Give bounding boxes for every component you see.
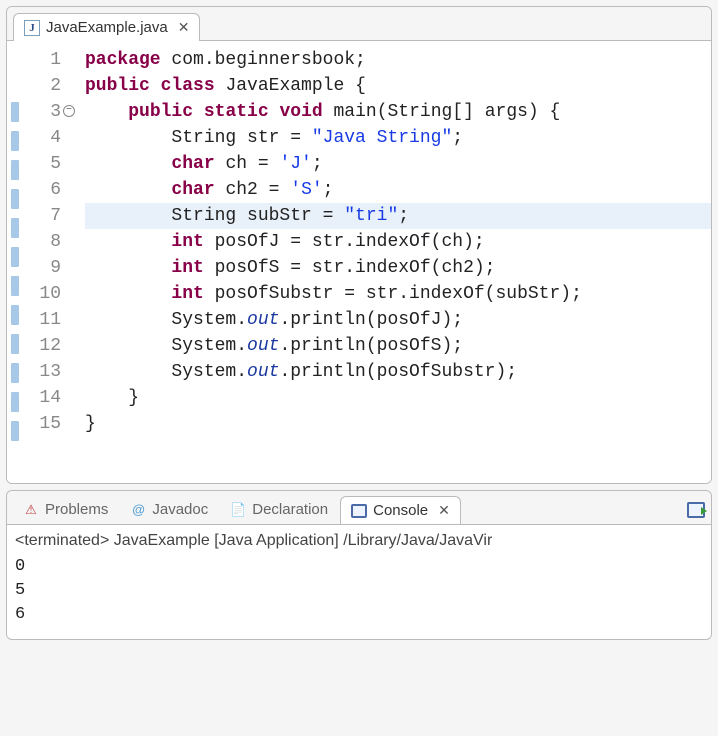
editor-tab-bar: J JavaExample.java ✕ xyxy=(7,7,711,41)
line-number: 9 xyxy=(29,255,61,281)
code-line[interactable]: } xyxy=(85,411,711,437)
editor-tab[interactable]: J JavaExample.java ✕ xyxy=(13,13,200,41)
code-line[interactable]: } xyxy=(85,385,711,411)
line-number: 7 xyxy=(29,203,61,229)
tab-problems[interactable]: ⚠ Problems xyxy=(13,496,118,523)
tab-javadoc-label: Javadoc xyxy=(152,501,208,518)
code-line[interactable]: System.out.println(posOfS); xyxy=(85,333,711,359)
code-content[interactable]: package com.beginnersbook;public class J… xyxy=(67,47,711,473)
line-number: 4 xyxy=(29,125,61,151)
line-number: 13 xyxy=(29,359,61,385)
line-number: 3− xyxy=(29,99,61,125)
code-line[interactable]: int posOfS = str.indexOf(ch2); xyxy=(85,255,711,281)
javadoc-icon: @ xyxy=(130,502,146,518)
java-file-icon: J xyxy=(24,20,40,36)
tab-declaration-label: Declaration xyxy=(252,501,328,518)
code-line[interactable]: char ch2 = 'S'; xyxy=(85,177,711,203)
console-line: 0 xyxy=(15,555,703,579)
console-line: 5 xyxy=(15,579,703,603)
line-number: 11 xyxy=(29,307,61,333)
close-console-icon[interactable]: ✕ xyxy=(438,502,450,519)
tab-console[interactable]: Console ✕ xyxy=(340,496,461,524)
line-number: 2 xyxy=(29,73,61,99)
line-number: 15 xyxy=(29,411,61,437)
line-number: 14 xyxy=(29,385,61,411)
code-line[interactable]: String subStr = "tri"; xyxy=(85,203,711,229)
editor-tab-filename: JavaExample.java xyxy=(46,19,168,36)
code-line[interactable]: public class JavaExample { xyxy=(85,73,711,99)
console-body[interactable]: <terminated> JavaExample [Java Applicati… xyxy=(7,525,711,639)
bottom-pane: ⚠ Problems @ Javadoc 📄 Declaration Conso… xyxy=(6,490,712,640)
code-editor[interactable]: 123−456789101112131415 package com.begin… xyxy=(7,41,711,483)
open-console-icon[interactable] xyxy=(687,502,705,518)
declaration-icon: 📄 xyxy=(230,502,246,518)
code-line[interactable]: int posOfSubstr = str.indexOf(subStr); xyxy=(85,281,711,307)
close-tab-icon[interactable]: ✕ xyxy=(178,19,190,36)
line-number: 6 xyxy=(29,177,61,203)
code-line[interactable]: char ch = 'J'; xyxy=(85,151,711,177)
line-number: 12 xyxy=(29,333,61,359)
code-line[interactable]: package com.beginnersbook; xyxy=(85,47,711,73)
line-number: 8 xyxy=(29,229,61,255)
console-icon xyxy=(351,504,367,518)
tab-problems-label: Problems xyxy=(45,501,108,518)
tab-declaration[interactable]: 📄 Declaration xyxy=(220,496,338,523)
line-number-ruler[interactable]: 123−456789101112131415 xyxy=(29,47,67,473)
problems-icon: ⚠ xyxy=(23,502,39,518)
code-line[interactable]: public static void main(String[] args) { xyxy=(85,99,711,125)
code-line[interactable]: System.out.println(posOfJ); xyxy=(85,307,711,333)
line-number: 10 xyxy=(29,281,61,307)
code-line[interactable]: String str = "Java String"; xyxy=(85,125,711,151)
bottom-tab-bar: ⚠ Problems @ Javadoc 📄 Declaration Conso… xyxy=(7,491,711,525)
line-number: 1 xyxy=(29,47,61,73)
line-number: 5 xyxy=(29,151,61,177)
fold-toggle-icon[interactable]: − xyxy=(63,105,75,117)
console-status-line: <terminated> JavaExample [Java Applicati… xyxy=(15,529,703,553)
code-line[interactable]: int posOfJ = str.indexOf(ch); xyxy=(85,229,711,255)
tab-console-label: Console xyxy=(373,502,428,519)
console-line: 6 xyxy=(15,603,703,627)
tab-javadoc[interactable]: @ Javadoc xyxy=(120,496,218,523)
code-line[interactable]: System.out.println(posOfSubstr); xyxy=(85,359,711,385)
editor-pane: J JavaExample.java ✕ 123−456789101112131… xyxy=(6,6,712,484)
console-output: 056 xyxy=(15,555,703,627)
left-gutter xyxy=(7,47,29,473)
